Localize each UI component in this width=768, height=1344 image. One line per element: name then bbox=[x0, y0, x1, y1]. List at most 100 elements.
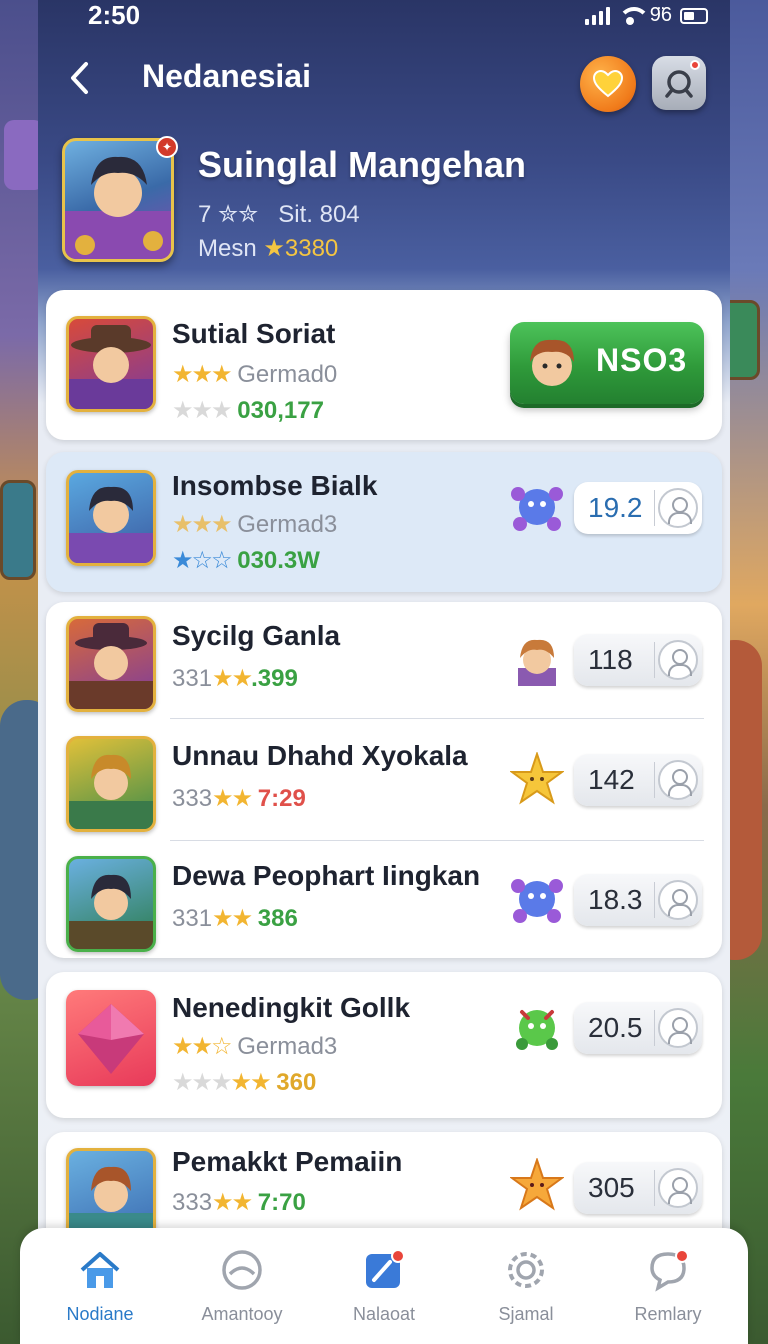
profile-level: 7 bbox=[198, 201, 212, 228]
page-title: Nedanesiai bbox=[142, 58, 311, 94]
score-pill[interactable]: 142 bbox=[574, 754, 702, 806]
score-value: 142 bbox=[588, 764, 635, 795]
list-item-prefix: 331 bbox=[172, 905, 213, 932]
list-card: Sycilg Ganla 331★★.399 118 Unnau Dhahd X… bbox=[46, 602, 722, 958]
list-thumbnail bbox=[66, 856, 156, 952]
featured-thumbnail bbox=[66, 316, 156, 412]
rating-stars: ★★★ bbox=[172, 511, 233, 538]
rating-stars: ★★ bbox=[212, 785, 253, 812]
status-icons: 9̈6 bbox=[584, 4, 708, 27]
list-item-prefix: 331 bbox=[172, 665, 213, 692]
gear-icon bbox=[508, 1252, 544, 1288]
nav-item-home[interactable]: Nodiane bbox=[30, 1248, 170, 1338]
sign-decoration bbox=[0, 480, 36, 580]
user-icon bbox=[658, 488, 698, 528]
search-icon bbox=[665, 70, 693, 98]
list-thumbnail bbox=[66, 616, 156, 712]
highlighted-value: 030.3W bbox=[237, 547, 320, 574]
featured-title: Sutial Soriat bbox=[172, 318, 336, 349]
score-pill[interactable]: 118 bbox=[574, 634, 702, 686]
rating-stars: ★★ bbox=[212, 665, 253, 692]
character-face-icon bbox=[510, 632, 564, 686]
bottom-nav: Nodiane Amantooy Nalaoat Sjamal Remlary bbox=[20, 1228, 748, 1344]
highlighted-title: Insombse Bialk bbox=[172, 470, 378, 501]
divider bbox=[170, 718, 704, 719]
gem-stats: ★★★★★ 360 bbox=[172, 1068, 316, 1097]
featured-value: 030,177 bbox=[237, 397, 324, 424]
profile-stats: 7 ✮✮ Sit. 804 bbox=[198, 200, 360, 229]
list-item-stats: 331★★ 386 bbox=[172, 904, 298, 933]
nav-label: Nalaoat bbox=[352, 1304, 416, 1324]
list-item[interactable]: Unnau Dhahd Xyokala 333★★ 7:29 142 bbox=[46, 722, 722, 840]
featured-category: Germad0 bbox=[237, 361, 338, 388]
header-bar: Nedanesiai bbox=[38, 40, 730, 120]
score-value: 19.2 bbox=[588, 492, 643, 523]
home-icon bbox=[80, 1252, 120, 1288]
list-item-stats: 333★★ 7:29 bbox=[172, 784, 306, 813]
wifi-icon bbox=[617, 6, 650, 25]
list-item-value: .399 bbox=[251, 665, 298, 692]
divider bbox=[654, 882, 655, 918]
gem-icon bbox=[78, 1004, 144, 1074]
score-pill[interactable]: 20.5 bbox=[574, 1002, 702, 1054]
list-thumbnail bbox=[66, 736, 156, 832]
user-icon bbox=[658, 1008, 698, 1048]
list-item-title: Dewa Peophart Iingkan bbox=[172, 860, 481, 891]
user-icon bbox=[658, 760, 698, 800]
blue-monster-icon bbox=[510, 480, 564, 534]
profile-header: ✦ Suinglal Mangehan 7 ✮✮ Sit. 804 Mesn ★… bbox=[62, 136, 722, 268]
user-icon bbox=[658, 1168, 698, 1208]
list-item[interactable]: Sycilg Ganla 331★★.399 118 bbox=[46, 602, 722, 720]
rating-stars: ★★★ bbox=[172, 1069, 233, 1096]
score-pill[interactable]: 305 bbox=[574, 1162, 702, 1214]
nav-item-edit[interactable]: Nalaoat bbox=[314, 1248, 454, 1338]
star-icon bbox=[510, 752, 564, 806]
featured-subtitle: ★★★ Germad0 bbox=[172, 360, 337, 389]
cowboy-hero-icon bbox=[69, 623, 153, 709]
divider bbox=[654, 490, 655, 526]
score-pill[interactable]: 18.3 bbox=[574, 874, 702, 926]
profile-stat-text: Sit. 804 bbox=[278, 201, 360, 228]
rating-stars: ★★★ bbox=[172, 361, 233, 388]
rating-stars: ★☆☆ bbox=[172, 547, 233, 574]
hero-portrait-icon bbox=[69, 754, 153, 829]
battery-icon bbox=[680, 7, 708, 24]
highlighted-card[interactable]: Insombse Bialk ★★★ Germad3 ★☆☆ 030.3W 19… bbox=[46, 452, 722, 592]
heart-icon bbox=[593, 70, 623, 98]
star-icon bbox=[510, 1158, 564, 1212]
green-monster-icon bbox=[510, 1000, 564, 1054]
nav-item-settings[interactable]: Sjamal bbox=[456, 1248, 596, 1338]
battery-text: 9̈6 bbox=[649, 4, 672, 26]
last-stats: 333★★ 7:70 bbox=[172, 1188, 306, 1217]
profile-stars: ✮✮ bbox=[218, 201, 259, 228]
list-item-value: 386 bbox=[257, 905, 298, 932]
play-button[interactable]: NSO3 bbox=[510, 322, 704, 404]
rating-stars: ★★ bbox=[212, 905, 253, 932]
back-button[interactable] bbox=[60, 58, 100, 98]
nav-item-helmet[interactable]: Amantooy bbox=[172, 1248, 312, 1338]
profile-name: Suinglal Mangehan bbox=[198, 144, 527, 185]
hero-portrait-icon bbox=[65, 156, 171, 259]
profile-score: Mesn ★3380 bbox=[198, 234, 338, 263]
status-time: 2:50 bbox=[88, 0, 141, 30]
profile-avatar[interactable] bbox=[62, 138, 174, 262]
score-value: 305 bbox=[588, 1172, 635, 1203]
gem-card[interactable]: Nenedingkit Gollk ★★☆ Germad3 ★★★★★ 360 … bbox=[46, 972, 722, 1118]
nav-label: Remlary bbox=[634, 1304, 702, 1324]
play-button-label: NSO3 bbox=[596, 342, 688, 378]
search-button[interactable] bbox=[652, 56, 706, 110]
nav-item-chat[interactable]: Remlary bbox=[598, 1248, 738, 1338]
gem-subtitle: ★★☆ Germad3 bbox=[172, 1032, 337, 1061]
rating-stars: ★★ bbox=[230, 1069, 272, 1096]
app-screen: Nedanesiai ✦ Suinglal Mangehan 7 ✮✮ Sit.… bbox=[38, 0, 730, 1344]
gem-category: Germad3 bbox=[237, 1033, 338, 1060]
blue-monster-icon bbox=[510, 872, 564, 926]
featured-card[interactable]: Sutial Soriat ★★★ Germad0 ★★★ 030,177 NS… bbox=[46, 290, 722, 440]
score-pill[interactable]: 19.2 bbox=[574, 482, 702, 534]
score-value: 118 bbox=[588, 644, 633, 675]
divider bbox=[654, 642, 655, 678]
gem-value: 360 bbox=[276, 1069, 317, 1096]
list-item[interactable]: Dewa Peophart Iingkan 331★★ 386 18.3 bbox=[46, 842, 722, 960]
profile-score-label: Mesn bbox=[198, 235, 257, 262]
favorite-button[interactable] bbox=[580, 56, 636, 112]
